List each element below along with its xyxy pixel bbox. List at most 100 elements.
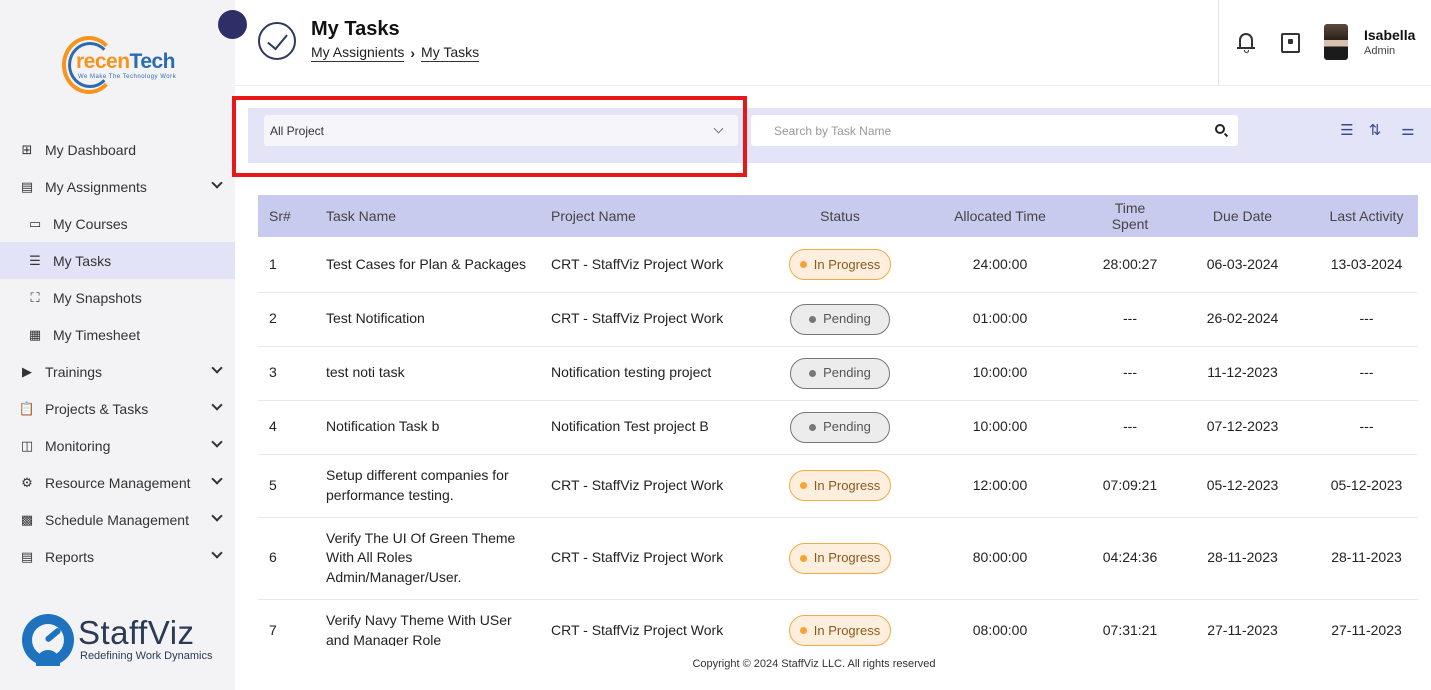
sidebar-item-my-timesheet[interactable]: ▦ My Timesheet [0,316,235,353]
resource-icon: ⚙ [21,474,33,490]
logo-text-part1: recen [76,50,130,73]
table-row[interactable]: 7 Verify Navy Theme With USer and Manage… [258,599,1418,646]
sidebar-item-label: My Courses [53,215,128,232]
status-dot-icon [799,627,807,634]
column-header[interactable]: Allocated Time [910,195,1090,237]
table-row[interactable]: 3 test noti task Notification testing pr… [258,346,1418,401]
staffviz-mark-icon [22,614,74,666]
schedule-icon: ▩ [20,511,34,527]
status-text: In Progress [813,256,881,272]
trainings-icon: ▶ [22,363,32,379]
cell-due-date: 07-12-2023 [1170,400,1315,455]
cell-last-activity: 05-12-2023 [1315,454,1418,518]
table-row[interactable]: 4 Notification Task b Notification Test … [258,400,1418,455]
user-role: Admin [1364,45,1396,57]
filter-sliders-icon[interactable]: ⚌ [1398,121,1418,139]
sort-icon[interactable]: ⇅ [1365,121,1385,139]
divider [1218,0,1219,86]
sidebar-item-label: My Snapshots [53,289,142,306]
breadcrumb-my-tasks[interactable]: My Tasks [421,44,480,62]
sidebar-item-my-dashboard[interactable]: ⊞ My Dashboard [0,131,235,168]
breadcrumb-separator-icon: › [410,45,416,61]
cell-project-name: Notification testing project [540,346,770,401]
copyright-footer: Copyright © 2024 StaffViz LLC. All right… [692,658,936,670]
sidebar-item-trainings[interactable]: ▶ Trainings [0,353,235,390]
sidebar-item-label: Trainings [45,363,103,380]
cell-allocated-time: 10:00:00 [910,400,1090,455]
logo-text-part2: Tech [129,50,176,73]
assignments-icon: ▤ [20,178,34,194]
sidebar-item-label: My Dashboard [45,141,137,158]
cell-task-name[interactable]: Verify The UI Of Green Theme With All Ro… [315,517,540,600]
cell-last-activity: 27-11-2023 [1315,599,1418,646]
highlight-box [232,96,747,177]
chevron-down-icon [211,362,223,374]
courses-icon: ▭ [28,215,42,231]
cell-allocated-time: 80:00:00 [910,517,1090,600]
sidebar-collapse-button[interactable] [218,10,247,39]
cell-project-name: CRT - StaffViz Project Work [540,599,770,646]
cell-sr: 4 [258,400,315,455]
sidebar-item-label: My Tasks [53,252,112,269]
cell-sr: 2 [258,292,315,347]
cell-time-spent: 04:24:36 [1090,517,1170,600]
sidebar-item-schedule-management[interactable]: ▩ Schedule Management [0,501,235,538]
column-header[interactable]: Project Name [540,195,770,237]
cell-due-date: 11-12-2023 [1170,346,1315,401]
sidebar-item-projects-tasks[interactable]: 📋 Projects & Tasks [0,390,235,427]
column-header[interactable]: Sr# [258,195,315,237]
cell-status: In Progress [770,237,910,293]
search-input[interactable] [751,115,1201,146]
search-icon[interactable] [1215,124,1225,134]
sidebar-item-my-tasks[interactable]: ☰ My Tasks [0,242,235,279]
table-row[interactable]: 1 Test Cases for Plan & Packages CRT - S… [258,237,1418,293]
sidebar-item-resource-management[interactable]: ⚙ Resource Management [0,464,235,501]
status-dot-icon [809,315,817,323]
status-text: In Progress [813,550,881,566]
cell-time-spent: --- [1090,346,1170,401]
user-name[interactable]: Isabella [1364,27,1415,43]
table-row[interactable]: 2 Test Notification CRT - StaffViz Proje… [258,292,1418,347]
sidebar-item-reports[interactable]: ▤ Reports [0,538,235,575]
status-badge: Pending [790,303,890,335]
cell-project-name: Notification Test project B [540,400,770,455]
cell-time-spent: 28:00:27 [1090,237,1170,293]
cell-allocated-time: 01:00:00 [910,292,1090,347]
cell-status: Pending [770,400,910,455]
column-header[interactable]: Last Activity [1315,195,1418,237]
status-text: Pending [823,419,871,435]
column-header[interactable]: Due Date [1170,195,1315,237]
sidebar-item-my-snapshots[interactable]: ⛶ My Snapshots [0,279,235,316]
projects-icon: 📋 [18,400,36,416]
sidebar-item-monitoring[interactable]: ◫ Monitoring [0,427,235,464]
column-header[interactable]: Time Spent [1090,195,1170,237]
status-badge: Pending [790,357,890,389]
cell-status: In Progress [770,599,910,646]
cell-task-name[interactable]: Verify Navy Theme With USer and Manager … [315,599,540,646]
timesheet-icon: ▦ [28,326,42,342]
avatar[interactable] [1324,24,1348,60]
cell-task-name[interactable]: Setup different companies for performanc… [315,454,540,518]
bell-icon[interactable] [1237,33,1255,53]
cell-task-name[interactable]: Test Notification [315,292,540,347]
status-dot-icon [799,260,807,268]
cell-task-name[interactable]: Notification Task b [315,400,540,455]
sidebar-item-my-courses[interactable]: ▭ My Courses [0,205,235,242]
search-box [751,115,1238,146]
column-header[interactable]: Task Name [315,195,540,237]
cell-task-name[interactable]: Test Cases for Plan & Packages [315,237,540,293]
breadcrumb-my-assignments[interactable]: My Assignients [311,44,405,62]
sidebar-item-my-assignments[interactable]: ▤ My Assignments [0,168,235,205]
chevron-down-icon [211,177,223,189]
list-view-icon[interactable]: ☰ [1337,121,1357,139]
check-circle-icon [258,22,296,60]
cell-task-name[interactable]: test noti task [315,346,540,401]
cell-due-date: 28-11-2023 [1170,517,1315,600]
column-header[interactable]: Status [770,195,910,237]
table-row[interactable]: 5 Setup different companies for performa… [258,454,1418,518]
sidebar-item-label: My Assignments [45,178,147,195]
cell-allocated-time: 12:00:00 [910,454,1090,518]
contacts-book-icon[interactable] [1281,33,1300,53]
status-badge: In Progress [788,470,892,501]
table-row[interactable]: 6 Verify The UI Of Green Theme With All … [258,517,1418,600]
